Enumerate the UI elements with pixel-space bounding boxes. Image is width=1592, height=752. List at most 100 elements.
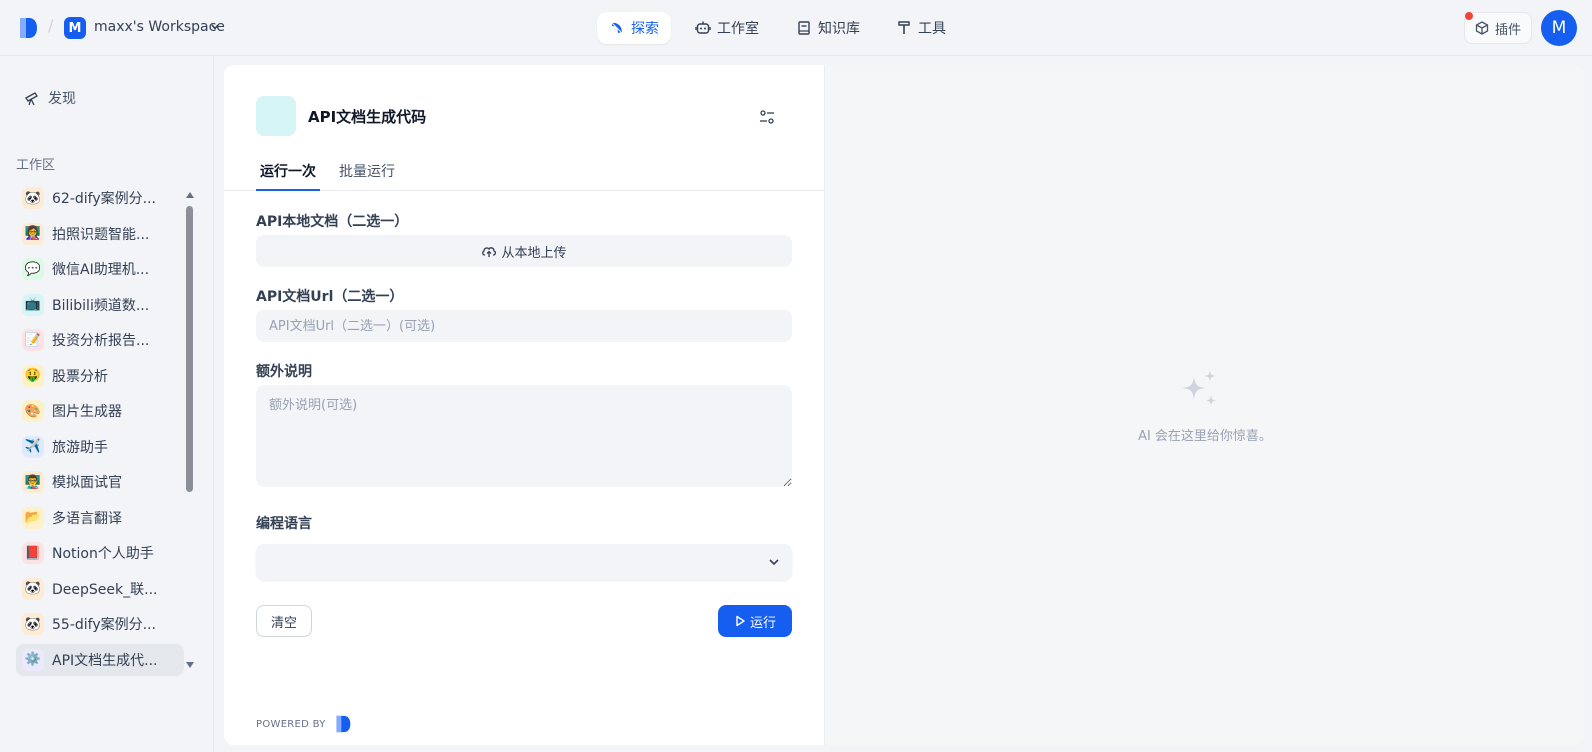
app-emoji-icon: ⚙️ [22,648,44,671]
dify-logo-icon[interactable] [18,17,38,39]
sparkles-icon [1182,370,1216,406]
app-label: 股票分析 [52,368,108,385]
nav-label: 探索 [631,21,659,37]
app-label: 微信AI助理机... [52,262,150,278]
api-doc-url-input[interactable] [256,310,792,342]
telescope-icon [25,92,38,106]
nav-tools[interactable]: 工具 [884,12,958,44]
plugins-label: 插件 [1494,22,1521,38]
sidebar-app-item[interactable]: ✈️ 旅游助手 [16,431,184,463]
cloud-upload-icon [482,247,497,257]
app-label: 旅游助手 [52,439,108,456]
play-icon [736,615,745,627]
user-avatar[interactable]: M [1541,10,1577,46]
nav-studio[interactable]: 工作室 [683,12,771,44]
workspace-section-label: 工作区 [16,158,56,173]
tab-run-once[interactable]: 运行一次 [256,159,320,191]
sidebar-app-item[interactable]: 🐼 DeepSeek_联... [16,573,184,605]
sidebar-app-item[interactable]: 💬 微信AI助理机... [16,253,184,285]
powered-by: POWERED BY [256,715,352,733]
run-label: 运行 [749,615,776,631]
extra-notes-textarea[interactable] [256,385,792,487]
app-label: 图片生成器 [52,404,122,420]
app-label: Bilibili频道数... [52,297,150,314]
dify-logo-icon [336,715,351,733]
top-bar: / M maxx's Workspace 探索 工作室 知识库 工具 插件 M [0,0,1592,56]
app-emoji-icon: 📺 [22,293,44,316]
upload-local-button[interactable]: 从本地上传 [256,235,792,267]
robot-icon [695,21,711,34]
scrollbar-thumb[interactable] [186,206,193,492]
upload-label: 从本地上传 [501,245,567,261]
app-emoji-icon: 🐼 [22,613,44,635]
powered-by-label: POWERED BY [256,718,326,730]
sidebar-app-item[interactable]: ⚙️ API文档生成代... [16,643,184,676]
url-label: API文档Url（二选一） [256,289,404,305]
language-select[interactable] [256,544,792,580]
app-emoji-icon: 💬 [22,258,44,280]
app-emoji-icon: 🎨 [22,400,44,422]
local-doc-label: API本地文档（二选一） [256,214,409,230]
settings-sliders-icon[interactable] [758,108,776,126]
app-emoji-icon: 👩‍🏫 [22,222,44,245]
sidebar-app-item[interactable]: 🤑 股票分析 [16,360,184,392]
hammer-icon [898,21,910,34]
app-label: 拍照识题智能... [52,226,150,243]
app-label: Notion个人助手 [52,546,154,562]
sidebar-app-item[interactable]: 📂 多语言翻译 [16,502,184,534]
scroll-up-arrow[interactable] [186,192,194,198]
language-label: 编程语言 [256,516,312,532]
app-emoji-icon: 🐼 [22,187,44,209]
sidebar-app-item[interactable]: 📺 Bilibili频道数... [16,289,184,321]
sidebar-app-item[interactable]: 👩‍🏫 拍照识题智能... [16,218,184,250]
app-label: API文档生成代... [52,652,158,669]
app-label: 55-dify案例分... [52,617,156,633]
cube-icon [1475,21,1489,35]
app-list: 🐼 62-dify案例分... 👩‍🏫 拍照识题智能... 💬 微信AI助理机... 📺 Bi… [16,182,184,742]
nav-label: 工作室 [717,21,759,37]
chevron-down-icon [769,559,779,566]
sidebar-app-item[interactable]: 📝 投资分析报告... [16,324,184,356]
app-emoji-icon: 📂 [22,506,44,529]
sidebar: 发现 工作区 🐼 62-dify案例分... 👩‍🏫 拍照识题智能... 💬 微信AI助理… [0,56,214,752]
plugins-button[interactable]: 插件 [1464,12,1532,44]
chevron-down-icon[interactable] [210,22,220,32]
nav-label: 知识库 [818,21,860,37]
app-label: DeepSeek_联... [52,581,158,598]
app-emoji-icon: ✈️ [22,435,44,458]
breadcrumb-separator: / [48,16,54,35]
extra-label: 额外说明 [256,364,312,380]
app-label: 模拟面试官 [52,475,122,491]
app-label: 多语言翻译 [52,510,122,527]
clear-button[interactable]: 清空 [256,605,312,637]
sidebar-app-item[interactable]: 🐼 62-dify案例分... [16,182,184,214]
app-title: API文档生成代码 [308,108,427,126]
notification-dot [1465,12,1473,20]
nav-label: 工具 [918,21,946,37]
app-run-panel: API文档生成代码 运行一次 批量运行 API本地文档（二选一） 从本地上传 A… [224,65,824,745]
sidebar-app-item[interactable]: 📕 Notion个人助手 [16,537,184,569]
tab-batch-run[interactable]: 批量运行 [339,159,395,191]
nav-knowledge[interactable]: 知识库 [784,12,872,44]
workspace-name[interactable]: maxx's Workspace [94,19,225,35]
sidebar-app-item[interactable]: 👨‍🏫 模拟面试官 [16,466,184,498]
sidebar-app-item[interactable]: 🎨 图片生成器 [16,395,184,427]
workspace-avatar[interactable]: M [64,17,86,39]
ai-placeholder-text: AI 会在这里给你惊喜。 [1138,429,1272,444]
app-emoji-icon: 🐼 [22,577,44,600]
app-label: 投资分析报告... [52,333,150,349]
compass-icon [611,22,623,34]
scroll-down-arrow[interactable] [186,662,194,668]
book-icon [798,21,810,35]
app-icon [256,96,296,136]
sidebar-item-discover[interactable]: 发现 [16,84,196,112]
app-emoji-icon: 📕 [22,542,44,564]
app-emoji-icon: 📝 [22,329,44,351]
run-tabs: 运行一次 批量运行 [224,159,824,191]
discover-label: 发现 [48,91,76,107]
nav-explore[interactable]: 探索 [597,12,671,44]
app-emoji-icon: 👨‍🏫 [22,471,44,493]
run-button[interactable]: 运行 [718,605,792,637]
sidebar-app-item[interactable]: 🐼 55-dify案例分... [16,608,184,640]
result-panel: AI 会在这里给你惊喜。 [824,65,1584,745]
